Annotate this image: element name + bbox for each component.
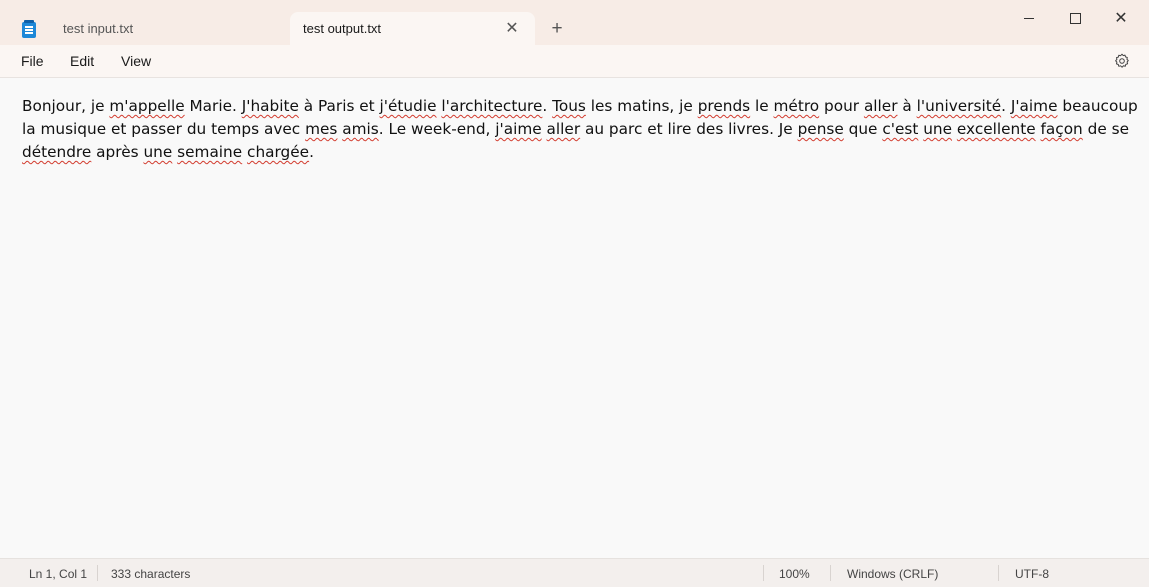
text-run: à (897, 97, 917, 115)
misspelled-word: aller (546, 120, 581, 138)
text-run: pour (819, 97, 864, 115)
text-run: de se (1082, 120, 1129, 138)
text-run: Bonjour, je (22, 97, 110, 115)
misspelled-word: une (143, 143, 173, 161)
text-run: . Le week-end, (378, 120, 496, 138)
minimize-button[interactable] (1006, 0, 1052, 36)
misspelled-word: semaine (177, 143, 243, 161)
text-run: . (309, 143, 314, 161)
notepad-window: test input.txt test output.txt ✕ + ✕ Fil… (0, 0, 1149, 587)
misspelled-word: une (923, 120, 953, 138)
new-tab-button[interactable]: + (546, 18, 568, 40)
status-divider (97, 565, 98, 581)
close-tab-icon[interactable]: ✕ (503, 19, 521, 37)
text-run: au parc et lire des livres. Je (580, 120, 798, 138)
menu-edit[interactable]: Edit (70, 53, 94, 69)
document-text[interactable]: Bonjour, je m'appelle Marie. J'habite à … (22, 95, 1147, 164)
misspelled-word: m'appelle (109, 97, 185, 115)
misspelled-word: aller (863, 97, 898, 115)
menu-file[interactable]: File (21, 53, 44, 69)
notepad-icon (22, 20, 36, 38)
misspelled-word: chargée (247, 143, 310, 161)
misspelled-word: Tous (552, 97, 586, 115)
text-run: après (91, 143, 144, 161)
cursor-position[interactable]: Ln 1, Col 1 (29, 567, 87, 581)
misspelled-word: l'architecture (441, 97, 543, 115)
gear-icon[interactable] (1114, 53, 1130, 69)
status-divider (998, 565, 999, 581)
zoom-level[interactable]: 100% (779, 567, 810, 581)
misspelled-word: J'habite (241, 97, 299, 115)
tab-test-output[interactable]: test output.txt ✕ (290, 12, 535, 45)
misspelled-word: métro (773, 97, 820, 115)
text-run: Marie. (184, 97, 242, 115)
status-bar: Ln 1, Col 1 333 characters 100% Windows … (0, 558, 1149, 587)
misspelled-word: l'université (916, 97, 1002, 115)
tab-label: test output.txt (303, 21, 382, 36)
text-run: . (542, 97, 553, 115)
status-divider (830, 565, 831, 581)
misspelled-word: excellente (956, 120, 1036, 138)
menu-bar: File Edit View (0, 45, 1149, 78)
misspelled-word: prends (697, 97, 751, 115)
status-divider (763, 565, 764, 581)
text-run: le (750, 97, 774, 115)
encoding[interactable]: UTF-8 (1015, 567, 1049, 581)
misspelled-word: c'est (882, 120, 919, 138)
misspelled-word: façon (1040, 120, 1083, 138)
text-editor[interactable]: Bonjour, je m'appelle Marie. J'habite à … (0, 78, 1149, 558)
text-run: . (1001, 97, 1011, 115)
line-ending[interactable]: Windows (CRLF) (847, 567, 938, 581)
maximize-button[interactable] (1052, 0, 1098, 36)
misspelled-word: mes (305, 120, 338, 138)
text-run: les matins, je (585, 97, 698, 115)
misspelled-word: j'aime (495, 120, 542, 138)
misspelled-word: détendre (22, 143, 92, 161)
character-count: 333 characters (111, 567, 191, 581)
misspelled-word: pense (797, 120, 844, 138)
text-run: à Paris et (298, 97, 380, 115)
title-bar: test input.txt test output.txt ✕ + ✕ (0, 0, 1149, 45)
minimize-icon (1024, 17, 1034, 19)
misspelled-word: J'aime (1010, 97, 1058, 115)
maximize-icon (1069, 12, 1081, 24)
misspelled-word: j'étudie (379, 97, 437, 115)
text-run: que (843, 120, 883, 138)
tab-test-input[interactable]: test input.txt (50, 12, 280, 45)
close-window-button[interactable]: ✕ (1098, 0, 1144, 36)
menu-view[interactable]: View (121, 53, 151, 69)
misspelled-word: amis (342, 120, 379, 138)
tab-label: test input.txt (63, 21, 134, 36)
close-icon: ✕ (1114, 10, 1128, 27)
